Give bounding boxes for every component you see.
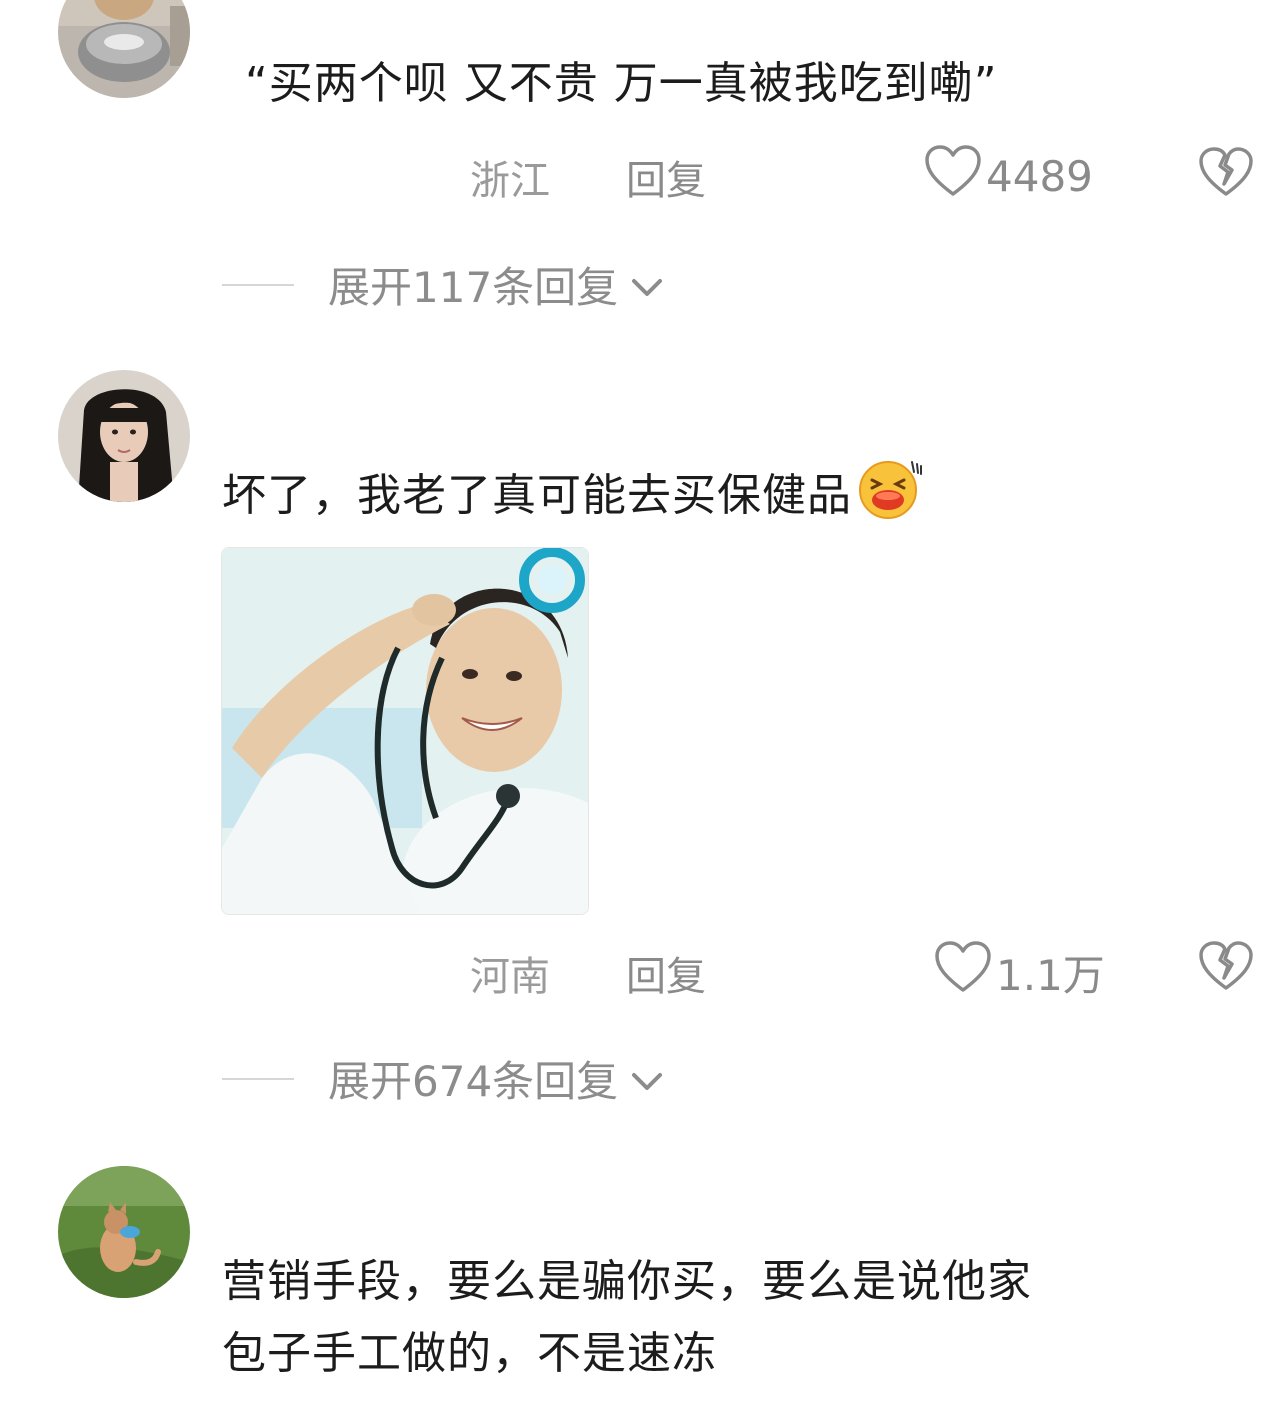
broken-heart-icon [1198,147,1254,202]
like-count: 1.1万 [996,950,1105,1000]
heart-outline-icon [934,940,996,1004]
chevron-down-icon [630,1054,664,1103]
comment-text: 营销手段，要么是骗你买，要么是说他家 包子手工做的，不是速冻 [222,1248,1032,1388]
avatar-girl[interactable] [58,370,190,502]
comment-text-line: 营销手段，要么是骗你买，要么是说他家 [222,1256,1032,1307]
dislike-button[interactable] [1198,146,1254,198]
chevron-down-icon [630,260,664,309]
expand-replies-label: 展开117条回复 [328,263,619,312]
comment-text-line: 包子手工做的，不是速冻 [222,1328,717,1379]
avatar-dog[interactable] [58,0,190,98]
expand-replies-label: 展开674条回复 [328,1057,619,1106]
dislike-button[interactable] [1198,940,1254,992]
broken-heart-icon [1198,941,1254,996]
divider-line [222,1077,294,1080]
like-count: 4489 [986,151,1093,201]
laughing-face-emoji [854,456,924,540]
comment-text: 坏了，我老了真可能去买保健品 [222,456,924,540]
expand-replies-button[interactable]: 展开117条回复 [222,254,664,315]
avatar-cat[interactable] [58,1166,190,1298]
expand-replies-button[interactable]: 展开674条回复 [222,1048,664,1109]
comment-location: 浙江 [470,158,550,204]
heart-outline-icon [924,144,986,208]
nurse-stethoscope-sticker[interactable] [221,547,589,915]
comment-text-body: 坏了，我老了真可能去买保健品 [222,470,852,521]
divider-line [222,283,294,286]
reply-button[interactable]: 回复 [626,944,706,1002]
reply-button[interactable]: 回复 [626,148,706,206]
comment-text: “买两个呗 又不贵 万一真被我吃到嘞” [245,58,998,109]
like-button[interactable]: 1.1万 [934,940,1105,1004]
like-button[interactable]: 4489 [924,144,1093,208]
comment-location: 河南 [470,954,550,1000]
